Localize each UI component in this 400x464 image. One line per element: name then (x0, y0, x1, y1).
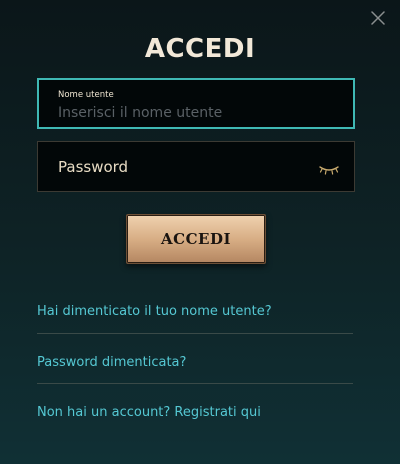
login-button[interactable]: ACCEDI (126, 214, 266, 264)
password-label: Password (58, 158, 129, 176)
username-field[interactable]: Nome utente (37, 78, 355, 129)
dialog-title: ACCEDI (144, 34, 256, 64)
eye-closed-icon (319, 166, 339, 175)
show-password-toggle[interactable] (318, 161, 340, 175)
password-field[interactable]: Password (37, 141, 355, 192)
forgot-password-link[interactable]: Password dimenticata? (37, 355, 186, 370)
register-link[interactable]: Non hai un account? Registrati qui (37, 405, 261, 420)
login-dialog: ACCEDI Nome utente Password ACCEDI Hai d… (0, 0, 400, 464)
username-label: Nome utente (58, 90, 114, 100)
divider (37, 383, 353, 384)
close-icon (371, 11, 385, 25)
close-button[interactable] (368, 8, 388, 28)
username-input[interactable] (58, 102, 328, 124)
forgot-username-link[interactable]: Hai dimenticato il tuo nome utente? (37, 304, 272, 319)
divider (37, 333, 353, 334)
